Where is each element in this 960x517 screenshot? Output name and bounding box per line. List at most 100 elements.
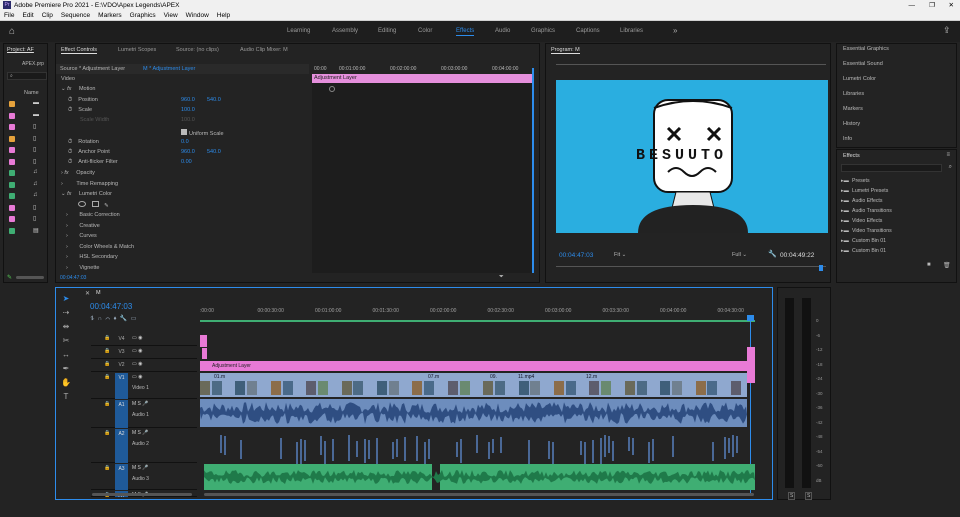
close-tab-icon[interactable]: ✕	[85, 290, 90, 297]
adjustment-layer-clip[interactable]: Adjustment Layer	[200, 361, 747, 371]
stopwatch-icon[interactable]: ⏱	[68, 149, 72, 155]
pen-tool-icon[interactable]: ✒	[61, 364, 71, 374]
share-icon[interactable]: ⇪	[943, 25, 951, 36]
uniform-scale-checkbox[interactable]	[181, 129, 187, 135]
tab-project[interactable]: Project: AF	[7, 47, 34, 53]
anchor-y-value[interactable]: 540.0	[207, 149, 221, 155]
menu-markers[interactable]: Markers	[98, 12, 121, 19]
effects-folder[interactable]: ▸▬ Video Transitions	[841, 228, 892, 234]
lumetri-item[interactable]: › Vignette	[66, 265, 99, 275]
stopwatch-icon[interactable]: ⏱	[68, 159, 72, 165]
audio2-clip[interactable]	[300, 439, 302, 465]
project-item[interactable]: ▯	[9, 158, 45, 166]
workspace-libraries[interactable]: Libraries	[620, 28, 643, 34]
close-icon[interactable]: ✕	[949, 1, 954, 9]
tab-program[interactable]: Program: M	[551, 47, 580, 54]
home-icon[interactable]: ⌂	[9, 26, 15, 37]
project-item[interactable]: ▬	[9, 112, 45, 120]
audio2-clip[interactable]	[456, 442, 458, 457]
label-color-swatch[interactable]	[9, 101, 15, 107]
track-label-a1[interactable]: A1	[115, 400, 128, 428]
slip-tool-icon[interactable]: ↔	[61, 350, 71, 360]
track-label-a2[interactable]: A2	[115, 429, 128, 463]
stopwatch-icon[interactable]: ⏱	[68, 107, 72, 113]
audio2-clip[interactable]	[724, 437, 726, 459]
tab-effect-controls[interactable]: Effect Controls	[61, 47, 97, 54]
ec-timecode[interactable]: 00:04:47:03	[60, 275, 86, 281]
track-header-v3[interactable]: V3 🔒 ▭ ◉	[91, 347, 197, 359]
label-color-swatch[interactable]	[9, 227, 15, 234]
rectangle-mask-icon[interactable]	[91, 201, 99, 207]
audio2-clip[interactable]	[224, 436, 226, 455]
more-workspaces-icon[interactable]: »	[673, 26, 677, 35]
quality-dropdown[interactable]: Full ⌄	[732, 252, 747, 258]
zoom-slider[interactable]	[16, 276, 44, 279]
motion-row[interactable]: ⌄ fx Motion	[61, 86, 336, 96]
project-item[interactable]: ▯	[9, 215, 45, 223]
header-scrollbar[interactable]	[92, 493, 192, 496]
work-area-bar[interactable]	[200, 320, 755, 322]
tab-lumetri-scopes[interactable]: Lumetri Scopes	[118, 47, 156, 53]
audio2-clip[interactable]	[392, 442, 394, 459]
workspace-audio[interactable]: Audio	[495, 28, 510, 34]
lock-icon[interactable]: 🔒	[104, 335, 110, 341]
audio2-clip[interactable]	[416, 436, 418, 461]
audio2-clip[interactable]	[396, 439, 398, 457]
effects-folder[interactable]: ▸▬ Lumetri Presets	[841, 188, 888, 194]
name-column-header[interactable]: Name	[24, 90, 39, 96]
panel-history[interactable]: History	[843, 121, 860, 127]
label-color-swatch[interactable]	[9, 135, 15, 142]
effects-panel-title[interactable]: Effects	[843, 153, 860, 159]
label-color-swatch[interactable]	[9, 147, 15, 153]
track-visibility-icon[interactable]: ▭ ◉	[132, 335, 142, 341]
new-folder-icon[interactable]: ■	[927, 262, 931, 268]
label-color-swatch[interactable]	[9, 204, 15, 211]
marker-icon[interactable]: ♦	[113, 316, 116, 322]
menu-window[interactable]: Window	[186, 12, 209, 19]
audio2-clip[interactable]	[404, 437, 406, 461]
add-marker-icon[interactable]: ⌒	[105, 316, 110, 322]
audio2-clip[interactable]	[500, 437, 502, 453]
project-item[interactable]: ♫	[9, 181, 45, 189]
audio2-clip[interactable]	[604, 435, 606, 457]
active-clip-label[interactable]: M * Adjustment Layer	[143, 66, 195, 72]
lock-icon[interactable]: 🔒	[104, 430, 110, 436]
new-bin-icon[interactable]: ⌕	[949, 164, 952, 171]
razor-tool-icon[interactable]: ✂	[61, 336, 71, 346]
audio2-clip[interactable]	[296, 442, 298, 465]
time-remap-row[interactable]: › Time Remapping	[61, 181, 118, 191]
rotation-value[interactable]: 0.0	[181, 139, 189, 145]
panel-essential-graphics[interactable]: Essential Graphics	[843, 46, 889, 52]
track-label-a3[interactable]: A3	[115, 464, 128, 490]
project-search-input[interactable]: ⌕	[7, 72, 47, 80]
effects-folder[interactable]: ▸▬ Presets	[841, 178, 870, 184]
panel-essential-sound[interactable]: Essential Sound	[843, 61, 883, 67]
lock-icon[interactable]: 🔒	[104, 401, 110, 407]
ec-time-ruler[interactable]: 00:00 00:01:00:00 00:02:00:00 00:03:00:0…	[312, 64, 534, 74]
menu-clip[interactable]: Clip	[42, 12, 53, 19]
pencil-icon[interactable]: ✎	[7, 274, 12, 281]
source-clip-label[interactable]: Source * Adjustment Layer	[60, 66, 125, 72]
maximize-icon[interactable]: ❐	[929, 1, 935, 9]
lumetri-item[interactable]: › Color Wheels & Match	[66, 244, 134, 254]
audio2-clip[interactable]	[592, 440, 594, 463]
project-item[interactable]: ▬	[9, 100, 45, 108]
audio2-clip[interactable]	[320, 436, 322, 455]
ec-adjustment-layer-clip[interactable]: Adjustment Layer	[312, 74, 534, 83]
timeline-timecode[interactable]: 00:04:47:03	[90, 302, 132, 311]
video1-clips[interactable]: 01.m 07.m 09. 11.mp4 12.m	[200, 373, 747, 397]
pen-mask-icon[interactable]: ✎	[104, 203, 109, 209]
workspace-effects[interactable]: Effects	[456, 28, 475, 36]
tab-source[interactable]: Source: (no clips)	[176, 47, 219, 53]
audio3-clips[interactable]	[204, 464, 755, 490]
menu-view[interactable]: View	[164, 12, 178, 19]
project-item[interactable]: ♫	[9, 192, 45, 200]
audio2-clip[interactable]	[648, 442, 650, 463]
mute-solo-icons[interactable]: M S 🎤	[132, 401, 149, 407]
audio2-clips[interactable]	[200, 429, 747, 469]
effects-folder[interactable]: ▸▬ Custom Bin 01	[841, 238, 886, 244]
solo-left-button[interactable]: S	[788, 492, 796, 500]
selection-tool-icon[interactable]: ➤	[61, 294, 71, 304]
timeline-scrollbar[interactable]	[204, 493, 754, 496]
track-label-v1[interactable]: V1	[115, 373, 128, 399]
